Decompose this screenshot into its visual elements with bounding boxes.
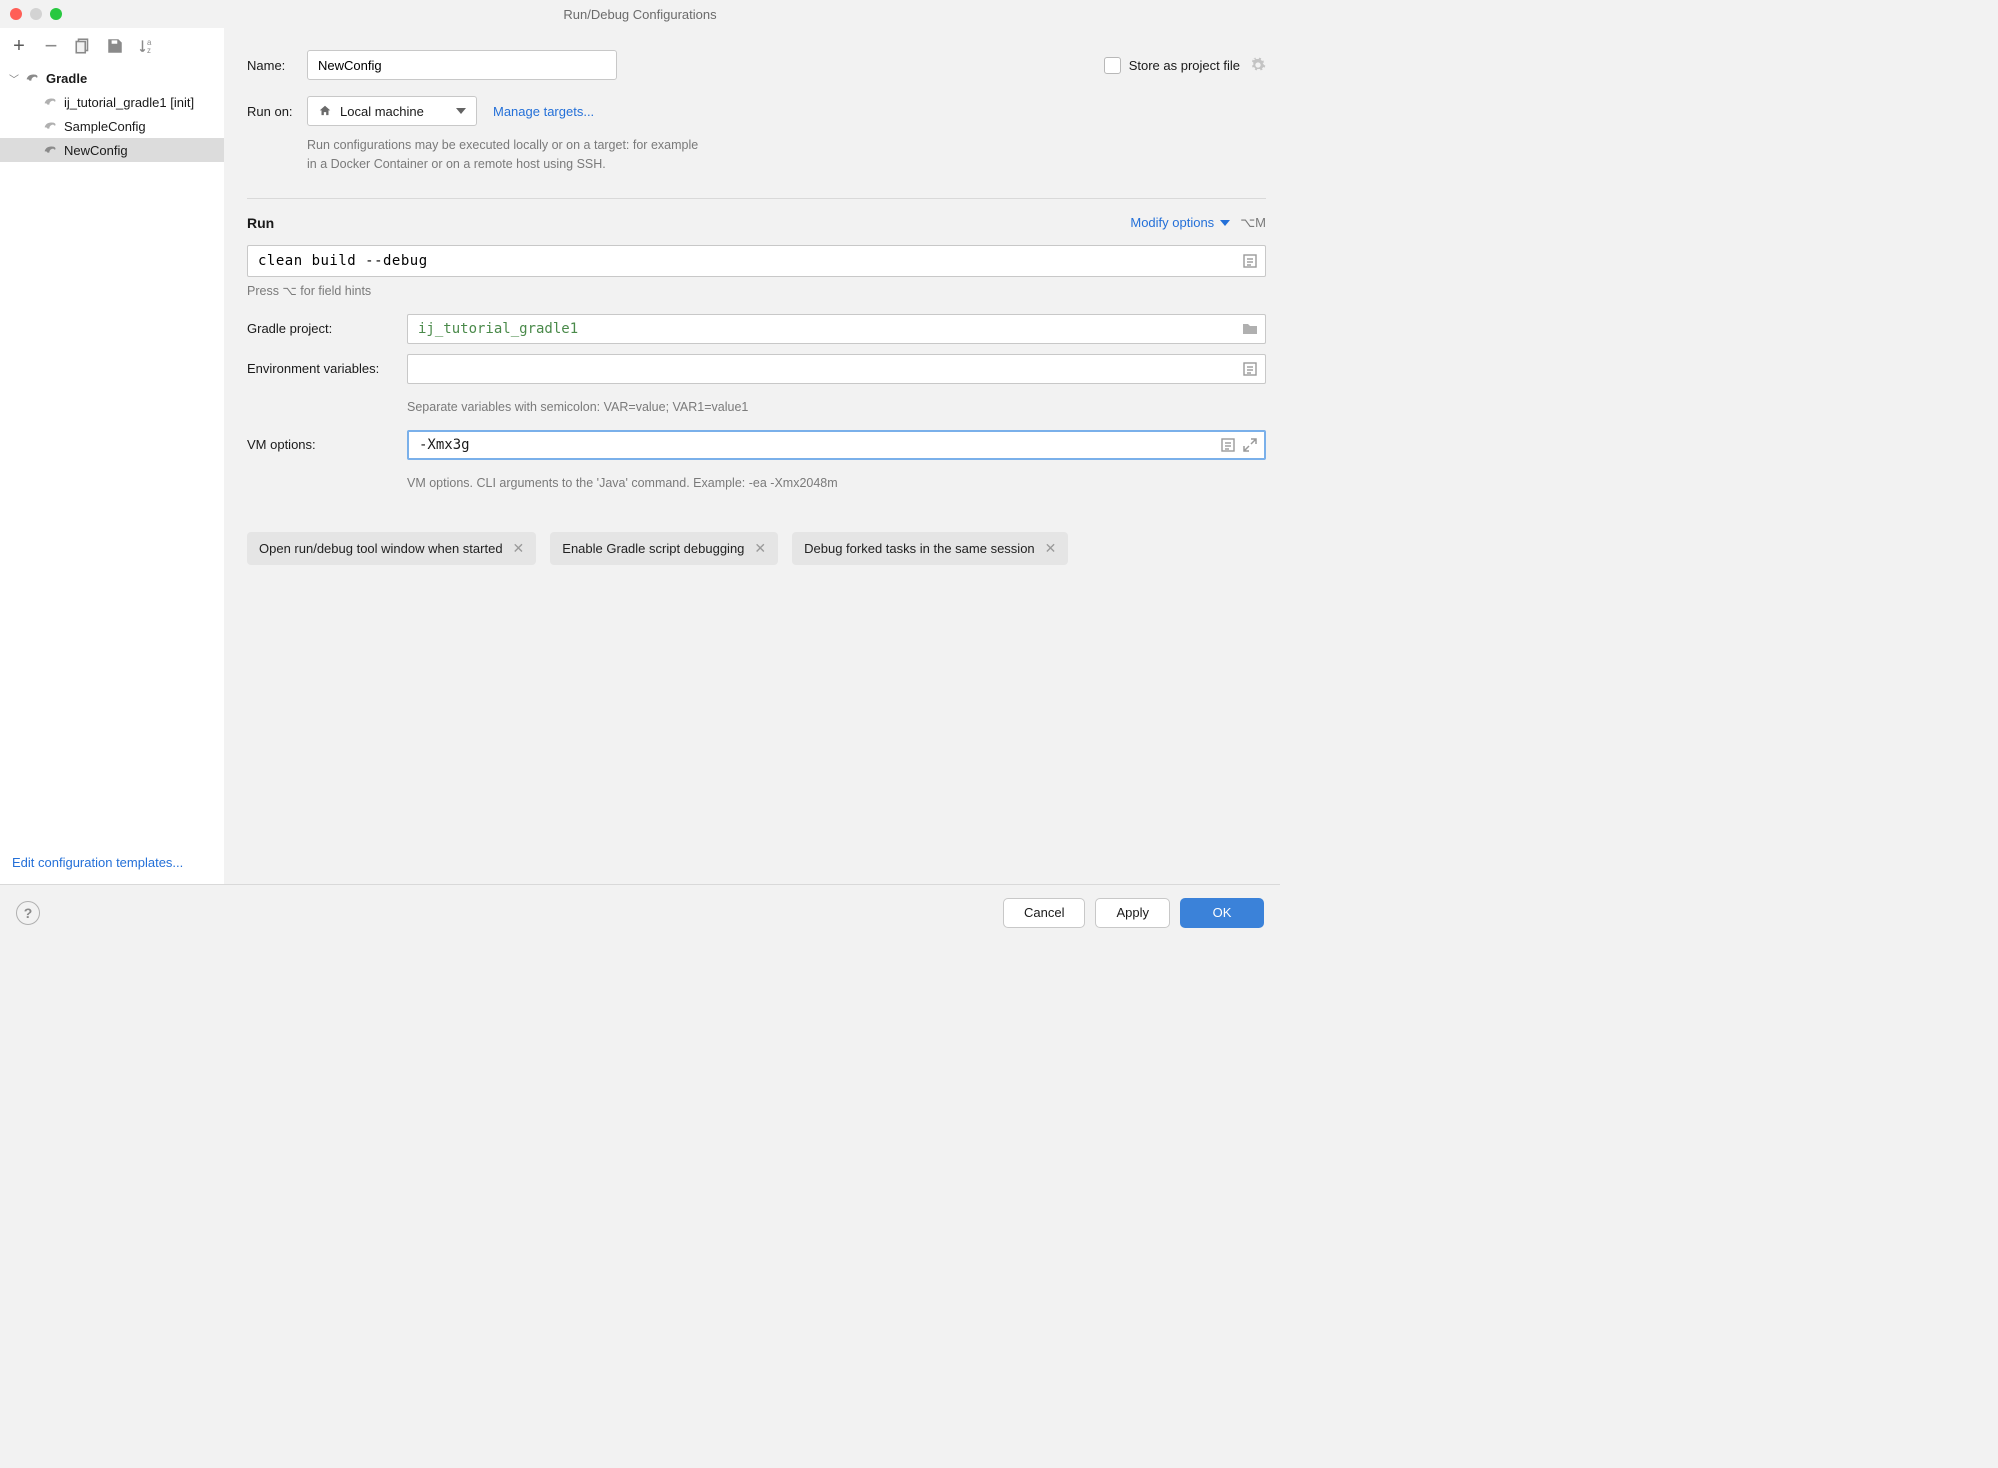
name-label: Name: (247, 58, 307, 73)
tree-root-label: Gradle (46, 71, 87, 86)
gradle-icon (24, 70, 40, 86)
window-title: Run/Debug Configurations (0, 7, 1280, 22)
list-icon[interactable] (1242, 253, 1258, 269)
manage-targets-link[interactable]: Manage targets... (493, 104, 594, 119)
tree-item[interactable]: NewConfig (0, 138, 224, 162)
chevron-down-icon (456, 108, 466, 114)
gradle-icon (42, 94, 58, 110)
close-icon[interactable]: ✕ (1045, 540, 1057, 557)
chevron-down-icon (1220, 220, 1230, 226)
tree-item-label: ij_tutorial_gradle1 [init] (64, 95, 194, 110)
tree-item-label: NewConfig (64, 143, 128, 158)
vm-hint: VM options. CLI arguments to the 'Java' … (407, 476, 1266, 490)
ok-button[interactable]: OK (1180, 898, 1264, 928)
modify-options-link[interactable]: Modify options (1130, 215, 1230, 230)
tree-item-label: SampleConfig (64, 119, 146, 134)
config-tree: ﹀ Gradle ij_tutorial_gradle1 [init] (0, 64, 224, 845)
edit-templates-link[interactable]: Edit configuration templates... (12, 855, 183, 870)
option-chip[interactable]: Enable Gradle script debugging ✕ (550, 532, 778, 565)
gradle-project-label: Gradle project: (247, 321, 407, 336)
gradle-icon (42, 142, 58, 158)
home-icon (318, 104, 332, 118)
store-as-project-checkbox[interactable] (1104, 57, 1121, 74)
dialog-window: Run/Debug Configurations + − az (0, 0, 1280, 940)
tree-item[interactable]: ij_tutorial_gradle1 [init] (0, 90, 224, 114)
env-hint: Separate variables with semicolon: VAR=v… (407, 400, 1266, 414)
modify-options-shortcut: ⌥M (1240, 215, 1266, 231)
env-label: Environment variables: (247, 361, 407, 376)
env-input[interactable] (407, 354, 1266, 384)
tasks-input[interactable] (247, 245, 1266, 277)
gear-icon[interactable] (1250, 57, 1266, 73)
gradle-project-input[interactable] (407, 314, 1266, 344)
vm-options-input[interactable] (407, 430, 1266, 460)
store-as-project-label: Store as project file (1129, 58, 1240, 73)
runon-dropdown[interactable]: Local machine (307, 96, 477, 126)
vm-label: VM options: (247, 437, 407, 452)
list-icon[interactable] (1242, 361, 1258, 377)
copy-config-button[interactable] (74, 37, 92, 55)
runon-help-text: Run configurations may be executed local… (307, 136, 1266, 174)
chevron-down-icon: ﹀ (8, 71, 20, 86)
run-section-title: Run (247, 215, 274, 231)
svg-text:z: z (147, 46, 151, 55)
close-icon[interactable]: ✕ (513, 540, 525, 557)
folder-icon[interactable] (1242, 321, 1258, 337)
expand-icon[interactable] (1242, 437, 1258, 453)
tree-item[interactable]: SampleConfig (0, 114, 224, 138)
cancel-button[interactable]: Cancel (1003, 898, 1085, 928)
option-chip[interactable]: Debug forked tasks in the same session ✕ (792, 532, 1068, 565)
name-input[interactable] (307, 50, 617, 80)
sidebar-toolbar: + − az (0, 28, 224, 64)
save-config-button[interactable] (106, 37, 124, 55)
tree-root-gradle[interactable]: ﹀ Gradle (0, 66, 224, 90)
option-chip[interactable]: Open run/debug tool window when started … (247, 532, 536, 565)
remove-config-button[interactable]: − (42, 37, 60, 55)
apply-button[interactable]: Apply (1095, 898, 1170, 928)
dialog-footer: ? Cancel Apply OK (0, 884, 1280, 940)
divider (247, 198, 1266, 199)
tasks-hint: Press ⌥ for field hints (247, 283, 1266, 298)
sort-config-button[interactable]: az (138, 37, 156, 55)
close-icon[interactable]: ✕ (754, 540, 766, 557)
help-button[interactable]: ? (16, 901, 40, 925)
main-panel: Name: Store as project file Run on: Loca… (225, 28, 1280, 884)
option-chips: Open run/debug tool window when started … (247, 532, 1266, 565)
runon-label: Run on: (247, 104, 307, 119)
add-config-button[interactable]: + (10, 37, 28, 55)
sidebar: + − az ﹀ (0, 28, 225, 884)
titlebar: Run/Debug Configurations (0, 0, 1280, 28)
gradle-icon (42, 118, 58, 134)
runon-value: Local machine (340, 104, 424, 119)
list-icon[interactable] (1220, 437, 1236, 453)
